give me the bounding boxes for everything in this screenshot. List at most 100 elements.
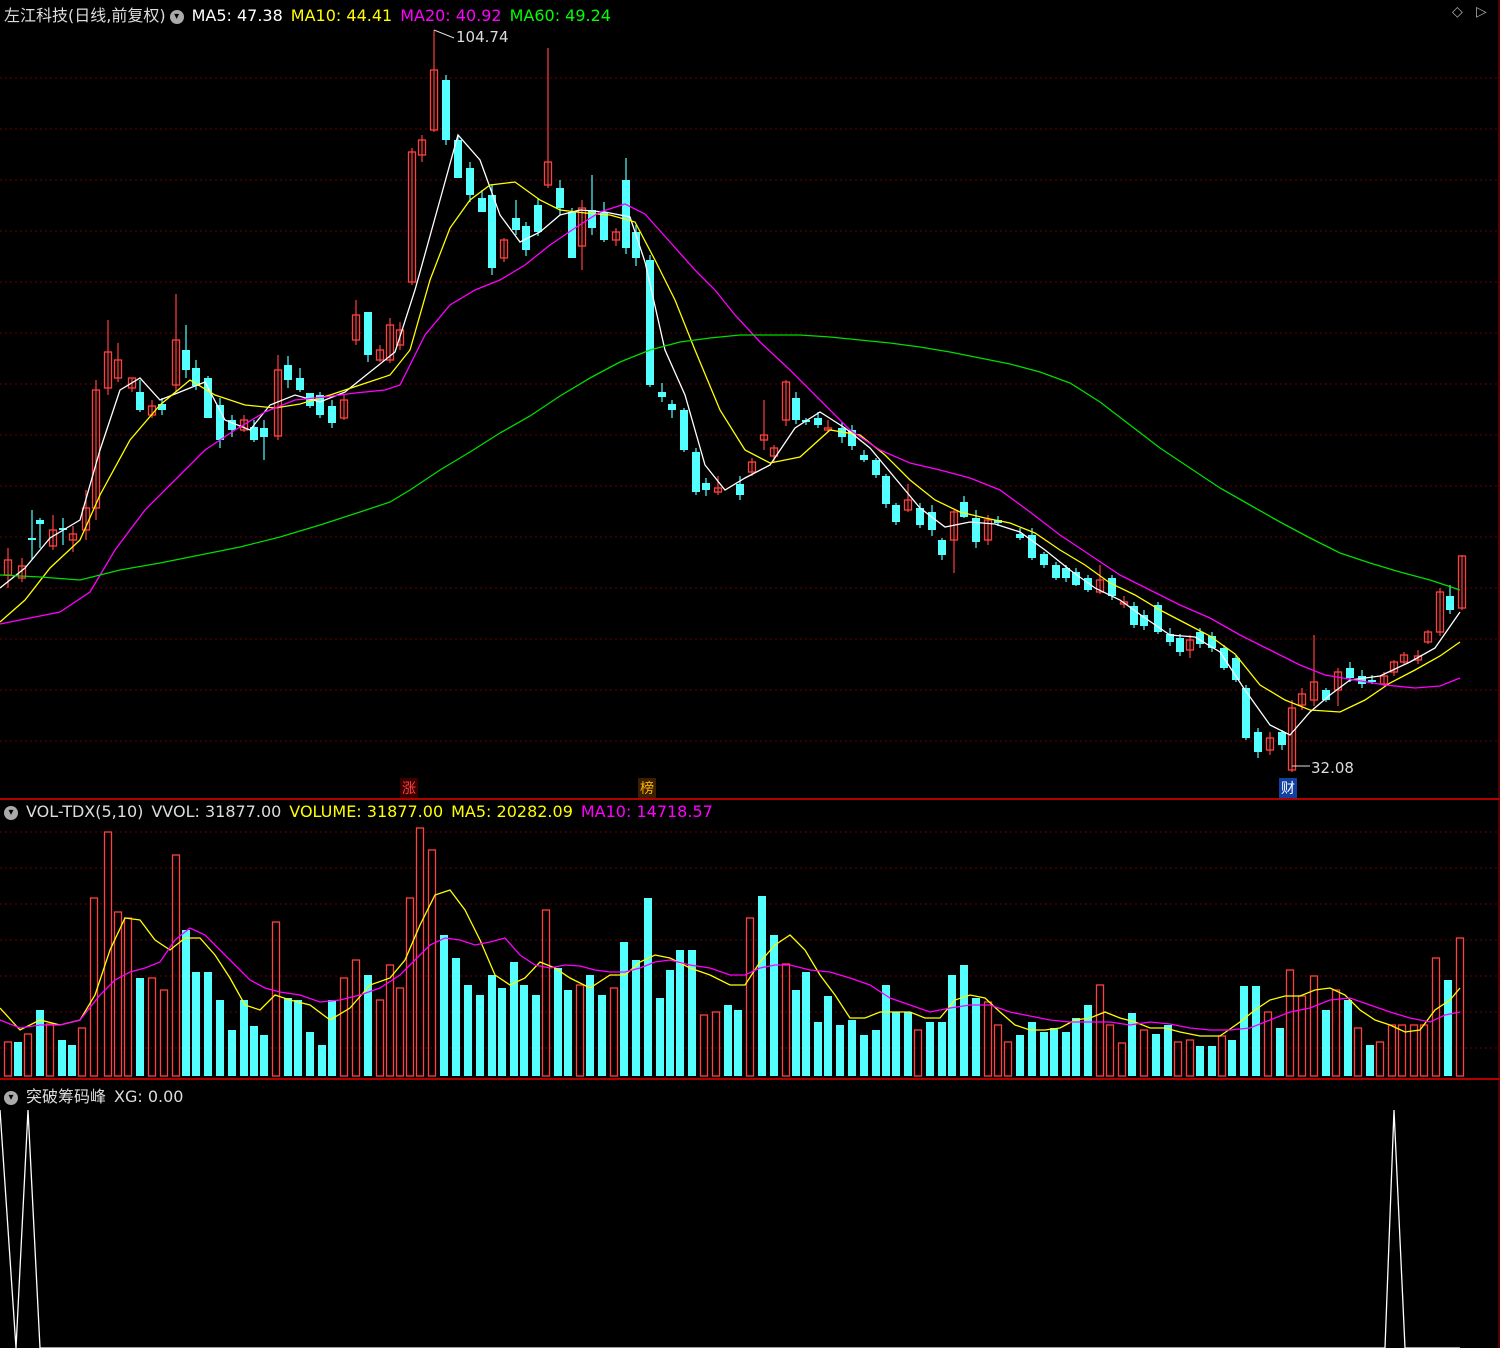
candle-body: [284, 365, 292, 380]
volume-bar: [1344, 1000, 1352, 1076]
volume-bar: [586, 975, 594, 1076]
candle-body: [938, 540, 946, 555]
menu-toggle-icon[interactable]: ▾: [169, 9, 184, 24]
volume-bar: [171, 854, 181, 1077]
volume-bar: [745, 917, 755, 1077]
volume-bar: [260, 1035, 268, 1076]
candle-body: [488, 195, 496, 268]
volume-bar: [228, 1030, 236, 1076]
volume-bar: [339, 977, 349, 1077]
candle-body: [872, 460, 880, 475]
candle-body: [1254, 732, 1262, 752]
volume-bar: [510, 962, 518, 1076]
volume-bar: [972, 998, 980, 1076]
volume-bar: [1164, 1025, 1172, 1076]
volume-bar: [1173, 1041, 1183, 1077]
volume-bar: [554, 968, 562, 1076]
price-pane[interactable]: [0, 29, 1467, 772]
volume-bar: [564, 990, 572, 1076]
volume-bar: [488, 975, 496, 1076]
volume-bar: [938, 1022, 946, 1076]
candle-body: [568, 212, 576, 258]
ma10-line: [0, 181, 1461, 713]
candle-body: [158, 404, 166, 410]
volume-bar: [734, 1010, 742, 1076]
xg-title[interactable]: 突破筹码峰: [26, 1087, 106, 1106]
volume-bar: [983, 1001, 993, 1077]
volume-bar: [541, 909, 551, 1077]
volume-bar: [770, 935, 778, 1076]
volume-bar: [913, 1029, 923, 1077]
volume-bar: [440, 935, 448, 1076]
diamond-icon[interactable]: ◇: [1452, 4, 1463, 20]
volume-bar: [240, 1000, 248, 1076]
volume-bar: [1185, 1039, 1195, 1077]
candle-body: [556, 188, 564, 208]
volume-bar: [1366, 1045, 1374, 1076]
volume-bar: [113, 911, 123, 1077]
candle-body: [260, 428, 268, 437]
volume-bar: [1217, 1035, 1227, 1077]
volume-bar: [1095, 984, 1105, 1077]
volume-bar: [1419, 1024, 1429, 1077]
candle-body: [972, 518, 980, 542]
candle-body: [328, 406, 336, 423]
candle-body: [28, 538, 36, 540]
candle-body: [814, 418, 822, 425]
volume-bar: [848, 1020, 856, 1076]
chevron-right-icon[interactable]: ▷: [1476, 4, 1487, 20]
volume-bar: [328, 1000, 336, 1076]
volume-bar: [882, 985, 890, 1076]
candle-body: [296, 378, 304, 390]
vol-ma10-label: MA10: 14718.57: [580, 802, 713, 821]
volume-bar: [1276, 1028, 1284, 1076]
volume-bar: [476, 995, 484, 1076]
candle-body: [848, 430, 856, 446]
volume-pane[interactable]: [0, 827, 1465, 1077]
volume-bar: [1152, 1034, 1160, 1076]
volume-bar: [520, 985, 528, 1076]
volume-label: VOLUME: 31877.00: [289, 802, 444, 821]
xg-pane[interactable]: [0, 1109, 1460, 1348]
volume-menu-icon[interactable]: ▾: [4, 805, 18, 820]
candle-body: [1084, 578, 1092, 590]
volume-bar: [758, 896, 766, 1076]
vol-title[interactable]: VOL-TDX(5,10): [26, 802, 143, 821]
stock-title[interactable]: 左江科技(日线,前复权): [4, 6, 166, 25]
volume-bar: [68, 1045, 76, 1076]
volume-bar: [1375, 1041, 1385, 1077]
volume-bar: [427, 849, 437, 1077]
volume-bar: [147, 977, 157, 1077]
volume-bar: [575, 984, 585, 1077]
volume-bar: [182, 930, 190, 1076]
chart-canvas: [0, 0, 1500, 1348]
price-header: 左江科技(日线,前复权) ▾ MA5: 47.38 MA10: 44.41 MA20: …: [4, 2, 619, 26]
volume-bar: [192, 972, 200, 1076]
tag-cai[interactable]: 财: [1279, 778, 1297, 798]
volume-bar: [58, 1040, 66, 1076]
candle-body: [512, 218, 520, 230]
candle-body: [182, 350, 190, 370]
volume-bar: [1139, 1029, 1149, 1077]
volume-bar: [136, 978, 144, 1076]
candle-body: [702, 483, 710, 490]
volume-bar: [960, 965, 968, 1076]
volume-header: ▾ VOL-TDX(5,10) VVOL: 31877.00 VOLUME: 3187…: [4, 802, 721, 821]
volume-bar: [598, 995, 606, 1076]
volume-bar: [1240, 986, 1248, 1076]
tag-bang[interactable]: 榜: [638, 778, 656, 798]
candle-body: [1368, 680, 1376, 682]
volume-bar: [3, 1041, 13, 1077]
volume-bar: [294, 1000, 302, 1076]
volume-bar: [216, 1000, 224, 1076]
volume-bar: [1353, 1027, 1363, 1077]
ma20-line: [0, 203, 1461, 689]
volume-bar: [89, 897, 99, 1077]
candle-body: [364, 312, 372, 355]
xg-menu-icon[interactable]: ▾: [4, 1090, 18, 1105]
vol-ma5-label: MA5: 20282.09: [451, 802, 573, 821]
candle-body: [658, 392, 666, 397]
ma60-line: [0, 334, 1461, 591]
volume-bar: [1322, 1010, 1330, 1076]
tag-zhang[interactable]: 涨: [400, 778, 418, 798]
